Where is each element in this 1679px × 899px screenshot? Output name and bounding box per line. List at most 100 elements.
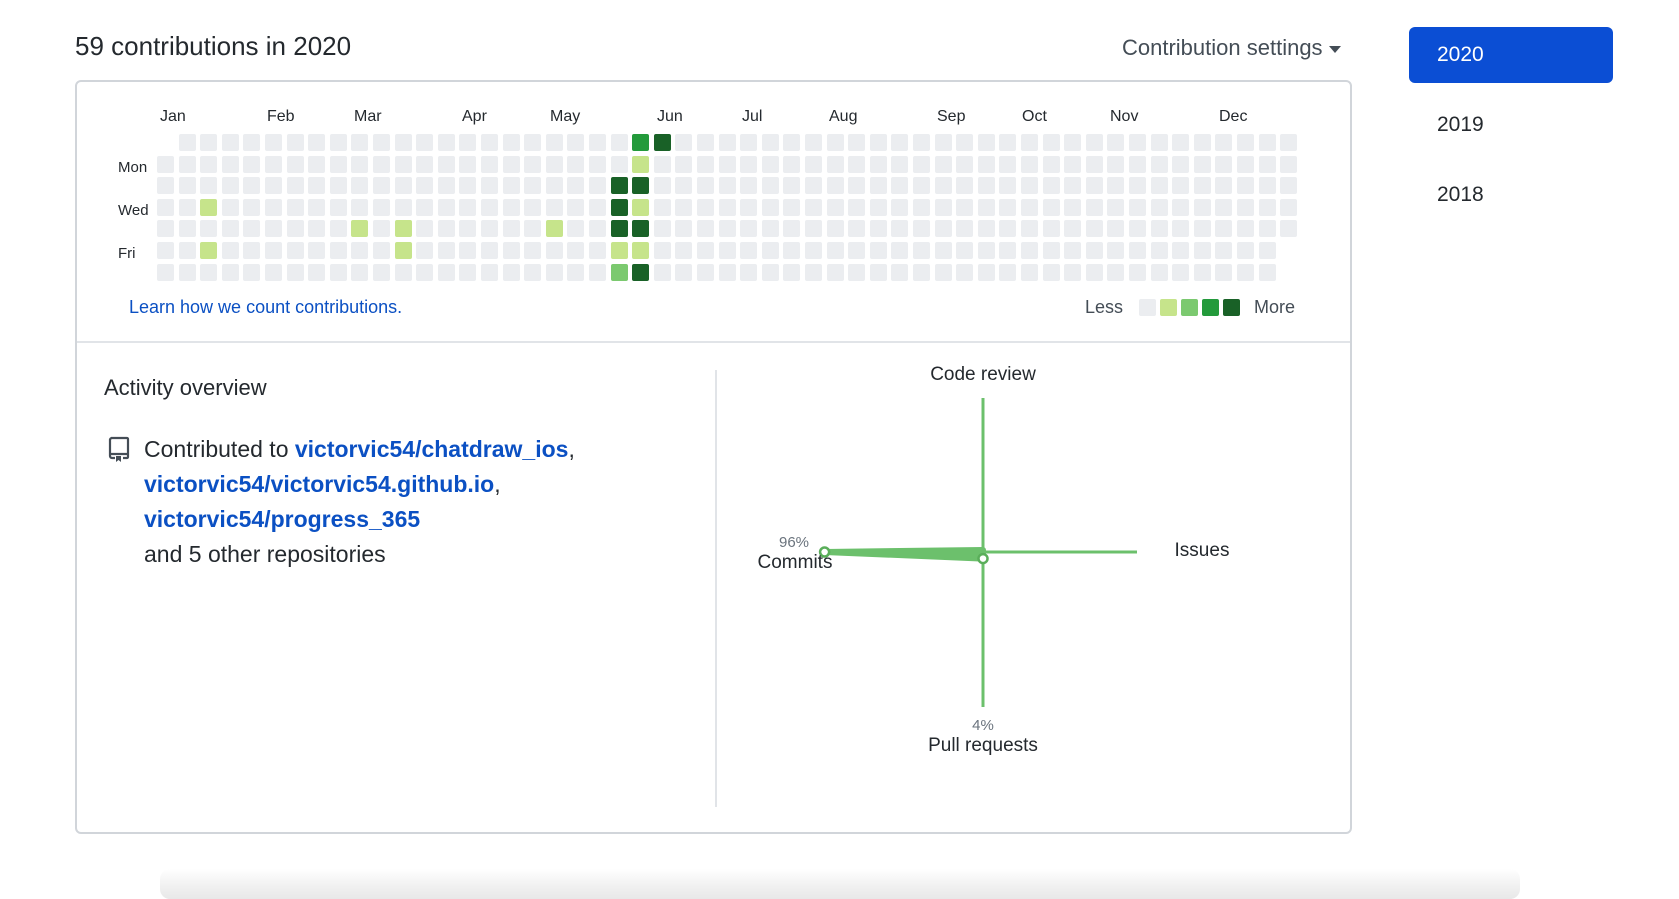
contribution-cell[interactable]: [1215, 134, 1233, 151]
contribution-cell[interactable]: [805, 242, 822, 259]
contribution-cell[interactable]: [1064, 263, 1082, 281]
contribution-cell[interactable]: [697, 242, 714, 259]
contribution-cell[interactable]: [1258, 134, 1276, 151]
contribution-cell[interactable]: [589, 242, 606, 259]
contribution-cell[interactable]: [826, 198, 844, 216]
contribution-cell[interactable]: [502, 198, 520, 216]
contribution-cell[interactable]: [999, 134, 1017, 151]
contribution-cell[interactable]: [1150, 220, 1168, 238]
contribution-cell[interactable]: [178, 242, 196, 259]
contribution-cell[interactable]: [653, 134, 671, 151]
contribution-cell[interactable]: [740, 198, 758, 216]
contribution-cell[interactable]: [999, 220, 1017, 238]
contribution-cell[interactable]: [1107, 155, 1125, 173]
contribution-cell[interactable]: [200, 220, 218, 238]
contribution-cell[interactable]: [1172, 155, 1190, 173]
contribution-cell[interactable]: [913, 134, 930, 151]
contribution-cell[interactable]: [783, 198, 801, 216]
contribution-cell[interactable]: [1150, 155, 1168, 173]
contribution-cell[interactable]: [869, 220, 887, 238]
contribution-cell[interactable]: [1237, 198, 1254, 216]
contribution-cell[interactable]: [675, 177, 693, 195]
contribution-cell[interactable]: [437, 198, 455, 216]
contribution-cell[interactable]: [1085, 155, 1103, 173]
contribution-cell[interactable]: [632, 198, 650, 216]
contribution-cell[interactable]: [178, 134, 196, 151]
contribution-cell[interactable]: [805, 155, 822, 173]
contribution-cell[interactable]: [783, 155, 801, 173]
contribution-cell[interactable]: [589, 155, 606, 173]
contribution-cell[interactable]: [329, 242, 347, 259]
contribution-cell[interactable]: [243, 134, 261, 151]
contribution-cell[interactable]: [1107, 220, 1125, 238]
contribution-cell[interactable]: [524, 177, 542, 195]
contribution-cell[interactable]: [221, 198, 239, 216]
contribution-cell[interactable]: [1172, 242, 1190, 259]
contribution-cell[interactable]: [373, 134, 390, 151]
contribution-cell[interactable]: [437, 242, 455, 259]
contribution-cell[interactable]: [1193, 220, 1211, 238]
contribution-cell[interactable]: [545, 155, 563, 173]
contribution-cell[interactable]: [373, 155, 390, 173]
contribution-cell[interactable]: [891, 134, 909, 151]
contribution-cell[interactable]: [1280, 155, 1298, 173]
contribution-cell[interactable]: [1237, 134, 1254, 151]
contribution-cell[interactable]: [1280, 198, 1298, 216]
contribution-cell[interactable]: [934, 177, 952, 195]
contribution-cell[interactable]: [394, 134, 412, 151]
contribution-cell[interactable]: [545, 220, 563, 238]
contribution-cell[interactable]: [329, 134, 347, 151]
contribution-cell[interactable]: [1042, 198, 1060, 216]
contribution-cell[interactable]: [243, 263, 261, 281]
contribution-cell[interactable]: [157, 155, 174, 173]
contribution-cell[interactable]: [977, 198, 995, 216]
contribution-cell[interactable]: [653, 220, 671, 238]
contribution-cell[interactable]: [308, 263, 326, 281]
contribution-cell[interactable]: [157, 263, 174, 281]
contribution-cell[interactable]: [1064, 198, 1082, 216]
contribution-cell[interactable]: [1085, 134, 1103, 151]
contribution-cell[interactable]: [826, 263, 844, 281]
contribution-cell[interactable]: [653, 177, 671, 195]
contribution-cell[interactable]: [178, 263, 196, 281]
contribution-cell[interactable]: [1085, 220, 1103, 238]
contribution-cell[interactable]: [934, 134, 952, 151]
contribution-cell[interactable]: [1215, 155, 1233, 173]
contribution-cell[interactable]: [1064, 242, 1082, 259]
contribution-cell[interactable]: [1042, 220, 1060, 238]
contribution-cell[interactable]: [826, 177, 844, 195]
contribution-cell[interactable]: [567, 263, 585, 281]
contribution-cell[interactable]: [956, 177, 974, 195]
contribution-cell[interactable]: [1172, 263, 1190, 281]
contribution-cell[interactable]: [675, 134, 693, 151]
contribution-cell[interactable]: [1237, 220, 1254, 238]
contribution-cell[interactable]: [848, 155, 866, 173]
contribution-cell[interactable]: [1215, 242, 1233, 259]
contribution-cell[interactable]: [329, 263, 347, 281]
contribution-cell[interactable]: [157, 242, 174, 259]
contribution-cell[interactable]: [265, 242, 282, 259]
contribution-cell[interactable]: [934, 220, 952, 238]
contribution-cell[interactable]: [502, 177, 520, 195]
contribution-cell[interactable]: [329, 220, 347, 238]
contribution-cell[interactable]: [1129, 242, 1146, 259]
contribution-cell[interactable]: [1021, 220, 1038, 238]
contribution-cell[interactable]: [697, 155, 714, 173]
contribution-cell[interactable]: [783, 177, 801, 195]
contribution-cell[interactable]: [459, 263, 477, 281]
contribution-cell[interactable]: [178, 198, 196, 216]
contribution-cell[interactable]: [913, 263, 930, 281]
contribution-cell[interactable]: [329, 177, 347, 195]
contribution-cell[interactable]: [416, 198, 434, 216]
contribution-cell[interactable]: [740, 134, 758, 151]
contribution-cell[interactable]: [416, 220, 434, 238]
contribution-cell[interactable]: [610, 263, 628, 281]
contribution-cell[interactable]: [265, 155, 282, 173]
contribution-cell[interactable]: [675, 242, 693, 259]
contribution-cell[interactable]: [308, 242, 326, 259]
contribution-cell[interactable]: [416, 155, 434, 173]
contribution-cell[interactable]: [221, 242, 239, 259]
contribution-cell[interactable]: [1280, 177, 1298, 195]
contribution-cell[interactable]: [524, 198, 542, 216]
contribution-cell[interactable]: [1172, 198, 1190, 216]
